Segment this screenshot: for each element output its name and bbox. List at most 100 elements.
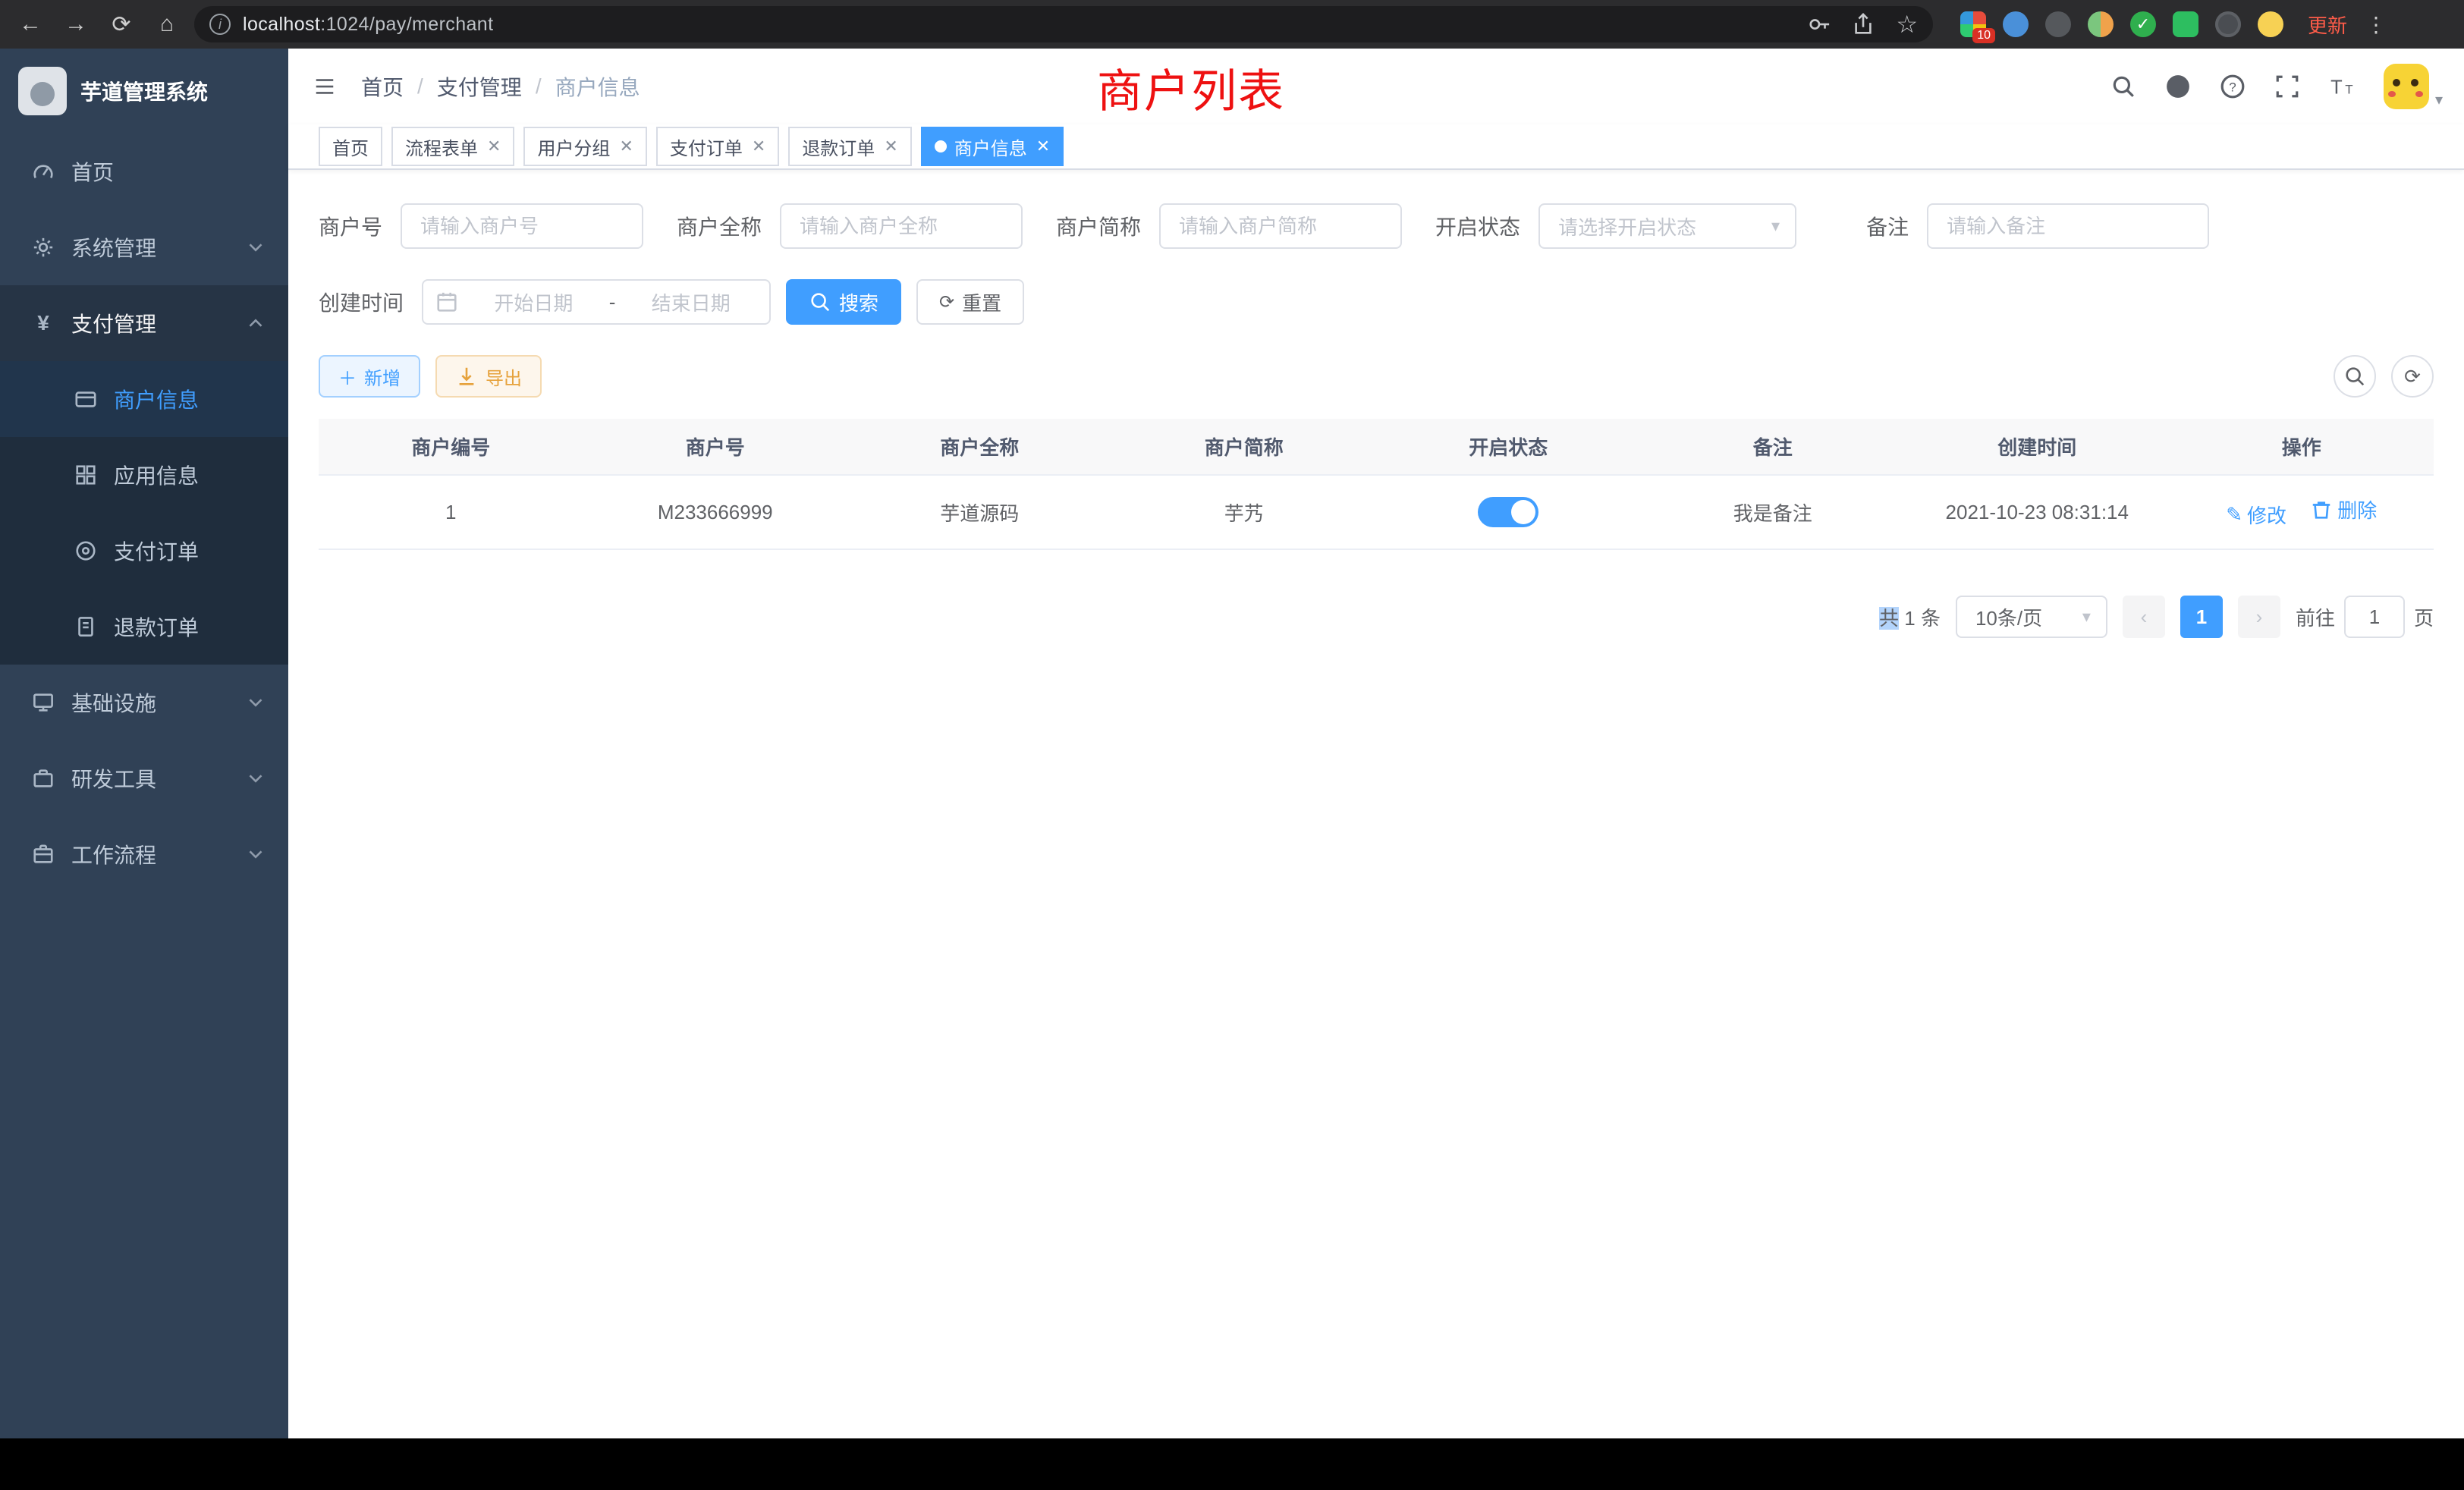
yen-icon: ¥ <box>30 311 56 335</box>
delete-link[interactable]: 删除 <box>2310 495 2377 523</box>
page-content: 商户号 商户全称 商户简称 开启状态 请选择开启状态 <box>288 170 2464 1438</box>
toggle-search-button[interactable] <box>2334 355 2376 398</box>
sidebar-item-merchant-info[interactable]: 商户信息 <box>0 361 288 437</box>
sidebar-item-infra[interactable]: 基础设施 <box>0 665 288 740</box>
add-button[interactable]: ＋ 新增 <box>319 355 420 398</box>
tab-user-group[interactable]: 用户分组 ✕ <box>523 127 646 166</box>
close-icon[interactable]: ✕ <box>619 137 633 156</box>
avatar <box>2384 64 2429 109</box>
font-size-icon[interactable]: TT <box>2329 74 2355 99</box>
column-header: 操作 <box>2170 419 2434 475</box>
extension-blue-icon[interactable] <box>2003 11 2029 37</box>
remark-input[interactable] <box>1927 203 2209 249</box>
url-host: localhost <box>243 14 320 35</box>
close-icon[interactable]: ✕ <box>487 137 501 156</box>
page-number-1[interactable]: 1 <box>2180 596 2223 638</box>
extension-pinwheel-icon[interactable] <box>2215 11 2241 37</box>
close-icon[interactable]: ✕ <box>752 137 765 156</box>
url-text: localhost:1024/pay/merchant <box>243 14 493 36</box>
github-icon[interactable] <box>2165 74 2191 99</box>
refresh-icon[interactable]: ⟳ <box>103 6 140 42</box>
tab-pay-order[interactable]: 支付订单✕ <box>656 127 779 166</box>
svg-text:?: ? <box>2229 80 2236 94</box>
sidebar-item-home[interactable]: 首页 <box>0 134 288 209</box>
tab-label: 用户分组 <box>537 134 610 160</box>
date-range-picker[interactable]: 开始日期 - 结束日期 <box>422 279 771 325</box>
prev-page-button[interactable]: ‹ <box>2123 596 2165 638</box>
refresh-table-button[interactable]: ⟳ <box>2391 355 2434 398</box>
bookmark-star-icon[interactable]: ☆ <box>1896 10 1918 39</box>
extension-dark-circle-icon[interactable] <box>2045 11 2071 37</box>
full-name-input[interactable] <box>780 203 1023 249</box>
goto-label: 前往 <box>2296 603 2335 631</box>
status-select[interactable]: 请选择开启状态 ▾ <box>1538 203 1796 249</box>
edit-link[interactable]: ✎修改 <box>2226 501 2286 529</box>
reset-button[interactable]: ⟳ 重置 <box>916 279 1024 325</box>
start-date-placeholder: 开始日期 <box>467 288 600 316</box>
export-button[interactable]: 导出 <box>435 355 542 398</box>
close-icon[interactable]: ✕ <box>1036 137 1050 156</box>
filter-label: 创建时间 <box>319 287 404 317</box>
column-header: 创建时间 <box>1905 419 2170 475</box>
tab-refund-order[interactable]: 退款订单✕ <box>788 127 911 166</box>
key-icon[interactable] <box>1808 13 1831 36</box>
bottom-black-bar <box>0 1438 2464 1490</box>
merchant-no-input[interactable] <box>401 203 643 249</box>
tab-label: 流程表单 <box>405 134 478 160</box>
column-header: 商户全称 <box>847 419 1112 475</box>
sidebar-item-system[interactable]: 系统管理 <box>0 209 288 285</box>
close-icon[interactable]: ✕ <box>884 137 897 156</box>
extension-check-icon[interactable]: ✓ <box>2130 11 2156 37</box>
browser-menu-icon[interactable]: ⋮ <box>2359 12 2393 37</box>
sidebar-item-app-info[interactable]: 应用信息 <box>0 437 288 513</box>
sidebar-item-refund-order[interactable]: 退款订单 <box>0 589 288 665</box>
breadcrumb-pay[interactable]: 支付管理 <box>437 71 522 102</box>
extension-grid-icon[interactable]: 10 <box>1960 11 1986 37</box>
address-bar[interactable]: i localhost:1024/pay/merchant ☆ <box>194 6 1933 42</box>
extension-emoji-icon[interactable] <box>2258 11 2283 37</box>
sidebar-logo[interactable]: 芋道管理系统 <box>0 49 288 134</box>
forward-icon[interactable]: → <box>58 6 94 42</box>
sidebar-item-pay-order[interactable]: 支付订单 <box>0 513 288 589</box>
browser-update-button[interactable]: 更新 <box>2308 11 2347 39</box>
home-icon[interactable]: ⌂ <box>149 6 185 42</box>
search-icon[interactable] <box>2110 74 2136 99</box>
page-size-select[interactable]: 10条/页 ▾ <box>1956 596 2107 638</box>
back-icon[interactable]: ← <box>12 6 49 42</box>
chevron-down-icon: ▾ <box>1771 216 1780 236</box>
tab-process-form[interactable]: 流程表单 ✕ <box>391 127 514 166</box>
cell-remark: 我是备注 <box>1641 475 1906 549</box>
info-icon[interactable]: i <box>209 14 231 35</box>
tab-home[interactable]: 首页 <box>319 127 382 166</box>
sidebar-item-workflow[interactable]: 工作流程 <box>0 816 288 892</box>
breadcrumb-home[interactable]: 首页 <box>361 71 404 102</box>
fullscreen-icon[interactable] <box>2274 74 2300 99</box>
short-name-input[interactable] <box>1159 203 1402 249</box>
extension-note-icon[interactable] <box>2173 11 2198 37</box>
next-page-button[interactable]: › <box>2238 596 2280 638</box>
sidebar-item-pay[interactable]: ¥ 支付管理 <box>0 285 288 361</box>
toolbox-icon <box>30 767 56 790</box>
extension-badge: 10 <box>1972 28 1995 43</box>
status-toggle[interactable] <box>1478 497 1538 527</box>
goto-page-input[interactable] <box>2344 596 2405 638</box>
plus-icon: ＋ <box>338 363 357 390</box>
search-button[interactable]: 搜索 <box>786 279 901 325</box>
collapse-menu-icon[interactable] <box>288 49 361 124</box>
user-avatar-menu[interactable]: ▾ <box>2384 64 2443 109</box>
tab-merchant-info[interactable]: 商户信息✕ <box>921 127 1064 166</box>
filter-short-name: 商户简称 <box>1056 203 1402 249</box>
extension-avatar-icon[interactable] <box>2088 11 2114 37</box>
sidebar-item-dev-tools[interactable]: 研发工具 <box>0 740 288 816</box>
pagination-goto: 前往 页 <box>2296 596 2434 638</box>
filter-label: 商户简称 <box>1056 211 1141 241</box>
share-icon[interactable] <box>1852 13 1875 36</box>
help-icon[interactable]: ? <box>2220 74 2246 99</box>
breadcrumb-current: 商户信息 <box>555 71 640 102</box>
logo-avatar <box>18 67 67 115</box>
briefcase-icon <box>30 843 56 866</box>
extensions-row: 10 ✓ <box>1960 11 2283 37</box>
chevron-down-icon <box>244 691 267 714</box>
address-bar-actions: ☆ <box>1808 10 1918 39</box>
total-prefix: 共 <box>1879 607 1899 630</box>
